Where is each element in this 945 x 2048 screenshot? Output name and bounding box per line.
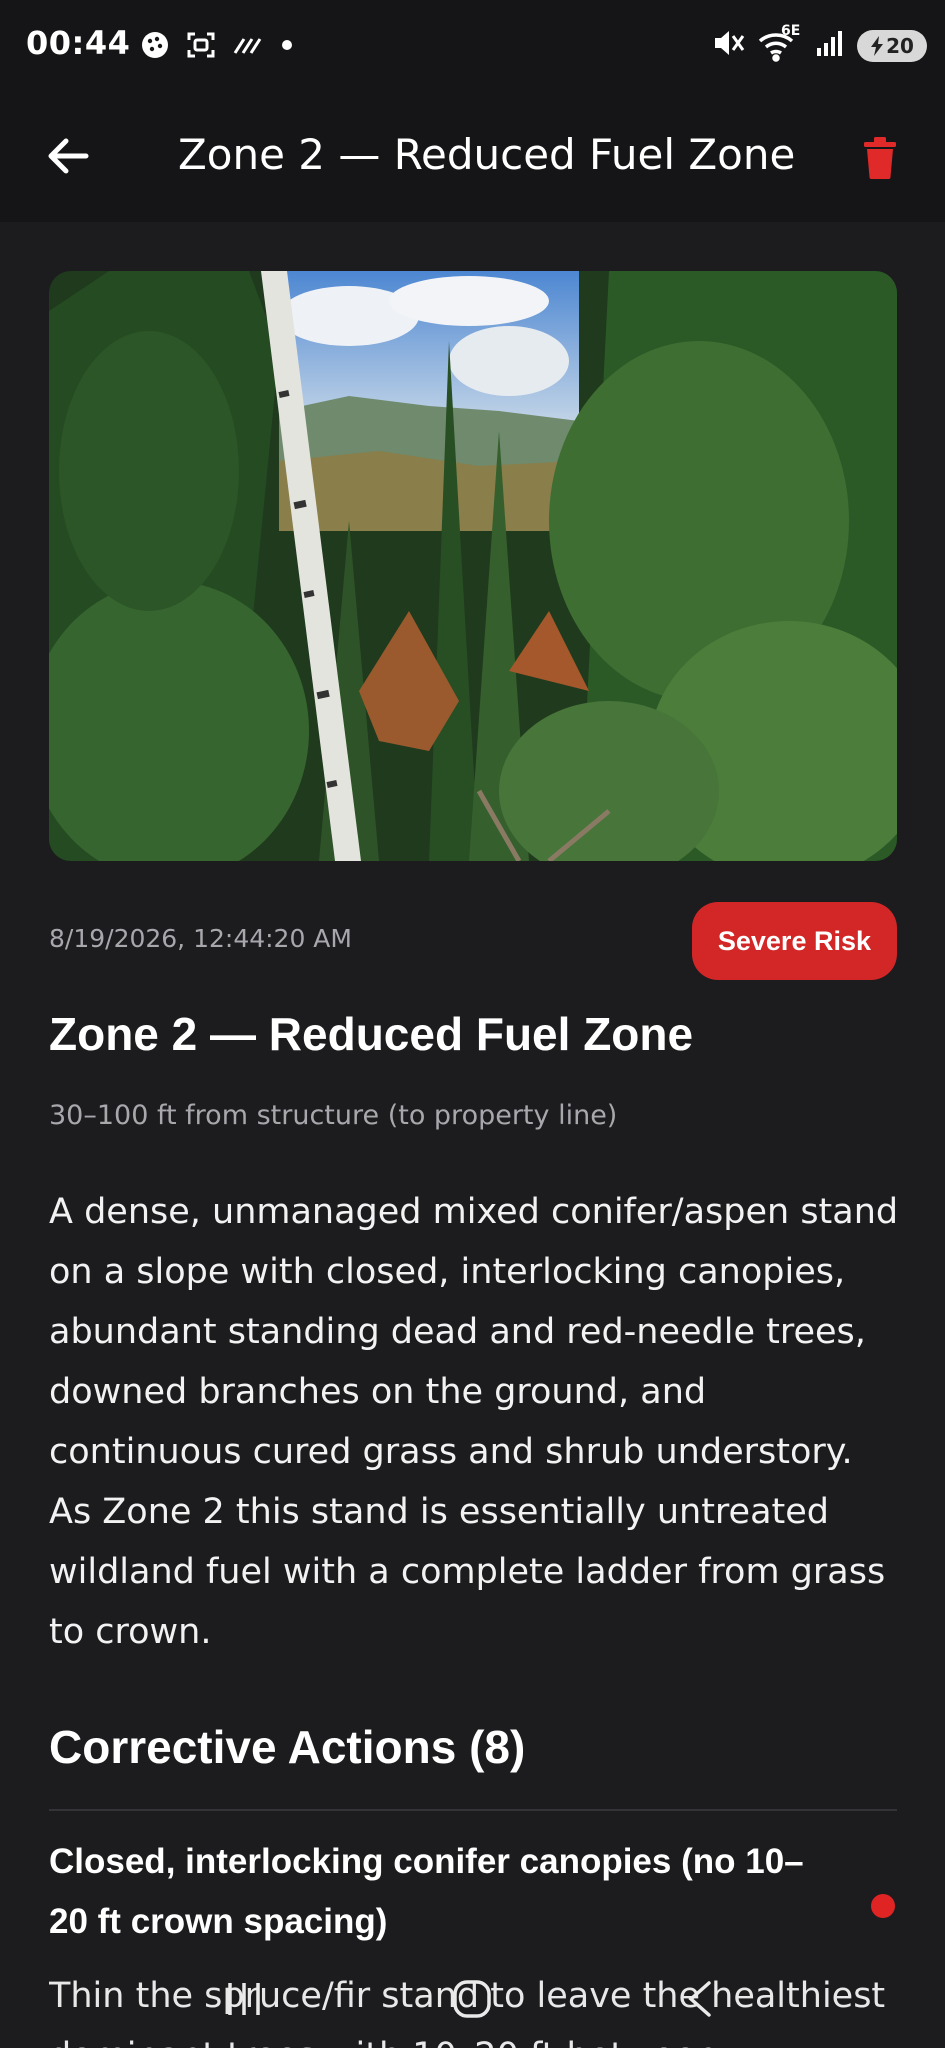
slashes-icon — [232, 35, 264, 60]
zone-photo — [49, 271, 897, 861]
home-button[interactable] — [432, 1959, 512, 2039]
recents-icon — [228, 1983, 260, 2015]
signal-icon — [815, 28, 845, 63]
app-notification-icon — [140, 30, 170, 65]
trash-icon — [864, 137, 896, 179]
divider — [49, 1809, 897, 1811]
assessment-detail: 8/19/2026, 12:44:20 AM Severe Risk Zone … — [0, 222, 945, 2048]
forest-photo — [49, 271, 897, 861]
zone-title: Zone 2 — Reduced Fuel Zone — [49, 1008, 694, 1060]
zone-range: 30–100 ft from structure (to property li… — [49, 1100, 618, 1131]
charging-bolt-icon — [871, 35, 884, 56]
severity-dot-icon — [871, 1894, 895, 1918]
recents-button[interactable] — [204, 1959, 284, 2039]
wifi-icon: 6E — [757, 23, 803, 63]
risk-badge: Severe Risk — [691, 902, 897, 980]
delete-button[interactable] — [852, 128, 908, 188]
meta-row: 8/19/2026, 12:44:20 AM Severe Risk — [49, 902, 897, 982]
mute-icon — [711, 26, 745, 65]
nav-back-icon — [688, 1981, 711, 2017]
network-type-label: 6E — [781, 22, 801, 39]
app-bar: Zone 2 — Reduced Fuel Zone — [0, 90, 945, 222]
battery-level: 20 — [886, 33, 914, 58]
status-system-icons: 6E 20 — [711, 23, 927, 65]
zone-description: A dense, unmanaged mixed conifer/aspen s… — [49, 1192, 899, 1652]
arrow-left-icon — [48, 138, 89, 174]
nav-back-button[interactable] — [661, 1959, 741, 2039]
corrective-actions-heading: Corrective Actions (8) — [49, 1721, 526, 1773]
dot-icon — [280, 38, 294, 57]
page-title: Zone 2 — Reduced Fuel Zone — [178, 130, 796, 179]
screenshot-icon — [186, 30, 216, 65]
status-time: 00:44 — [26, 24, 131, 62]
battery-indicator: 20 — [857, 29, 927, 62]
status-notification-icons — [140, 30, 294, 65]
assessment-timestamp: 8/19/2026, 12:44:20 AM — [49, 924, 352, 953]
home-icon — [453, 1980, 492, 2018]
system-nav-bar — [0, 1950, 945, 2048]
status-bar: 00:44 6E 20 — [0, 0, 945, 90]
action-title: Closed, interlocking conifer canopies (n… — [49, 1842, 804, 1941]
back-button[interactable] — [36, 124, 100, 188]
